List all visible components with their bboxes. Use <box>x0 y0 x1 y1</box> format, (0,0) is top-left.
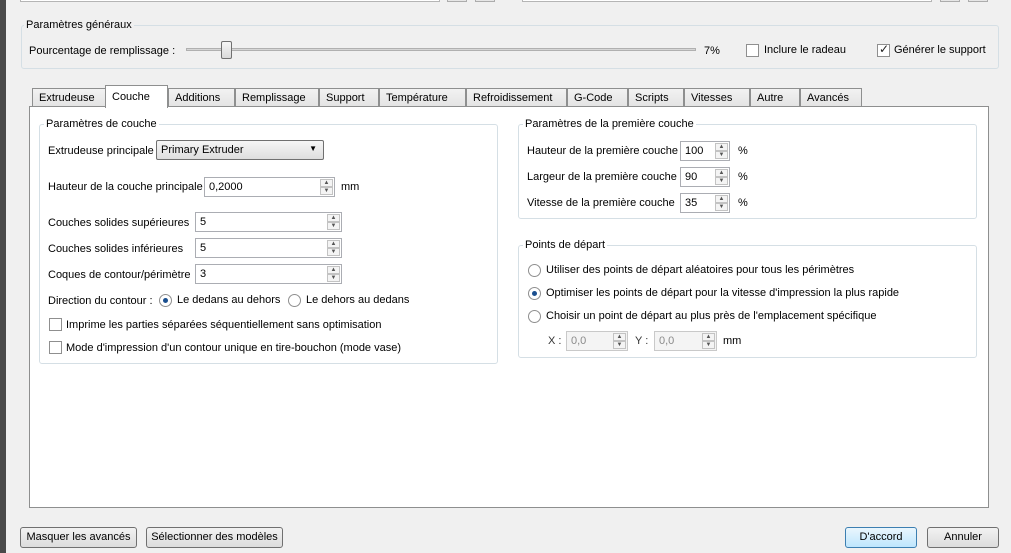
spin-down-icon[interactable]: ▼ <box>320 187 333 195</box>
tab-refroidissement[interactable]: Refroidissement <box>466 88 567 107</box>
spin-up-icon[interactable]: ▲ <box>320 179 333 187</box>
generate-support-label: Générer le support <box>894 44 986 56</box>
layer-settings-title: Paramètres de couche <box>44 118 159 130</box>
direction-inside-out-radio[interactable] <box>159 294 172 307</box>
x-coordinate-spinbox[interactable]: 0,0 ▲ ▼ <box>566 331 628 351</box>
tab-additions[interactable]: Additions <box>168 88 235 107</box>
bottom-solid-layers-spinbox[interactable]: 5 ▲ ▼ <box>195 238 342 258</box>
spin-down-icon[interactable]: ▼ <box>715 177 728 185</box>
cancel-button[interactable]: Annuler <box>927 527 999 548</box>
spin-up-icon[interactable]: ▲ <box>715 195 728 203</box>
fill-percentage-label: Pourcentage de remplissage : <box>29 45 176 57</box>
optimize-start-radio[interactable] <box>528 287 541 300</box>
select-models-button[interactable]: Sélectionner des modèles <box>146 527 283 548</box>
random-start-radio[interactable] <box>528 264 541 277</box>
spin-up-icon[interactable]: ▲ <box>613 333 626 341</box>
general-settings-title: Paramètres généraux <box>24 19 134 31</box>
tab-vitesses[interactable]: Vitesses <box>684 88 750 107</box>
main-extruder-select[interactable]: Primary Extruder ▼ <box>156 140 324 160</box>
fill-slider-track[interactable] <box>186 48 696 51</box>
spin-down-icon[interactable]: ▼ <box>702 341 715 349</box>
tab-extrudeuse[interactable]: Extrudeuse <box>32 88 106 107</box>
spin-up-icon[interactable]: ▲ <box>327 240 340 248</box>
first-layer-height-spinbox[interactable]: 100 ▲ ▼ <box>680 141 730 161</box>
specific-start-radio[interactable] <box>528 310 541 323</box>
top-field-right <box>522 0 932 2</box>
spin-down-icon[interactable]: ▼ <box>327 274 340 282</box>
tab-gcode[interactable]: G-Code <box>567 88 628 107</box>
include-raft-label: Inclure le radeau <box>764 44 846 56</box>
tab-remplissage[interactable]: Remplissage <box>235 88 319 107</box>
perimeter-shells-spinbox[interactable]: 3 ▲ ▼ <box>195 264 342 284</box>
top-solid-layers-spinbox[interactable]: 5 ▲ ▼ <box>195 212 342 232</box>
spin-up-icon[interactable]: ▲ <box>702 333 715 341</box>
tab-couche[interactable]: Couche <box>105 85 168 108</box>
spin-up-icon[interactable]: ▲ <box>327 214 340 222</box>
first-layer-width-spinbox[interactable]: 90 ▲ ▼ <box>680 167 730 187</box>
top-field-left <box>20 0 440 2</box>
spin-up-icon[interactable]: ▲ <box>715 143 728 151</box>
spin-up-icon[interactable]: ▲ <box>715 169 728 177</box>
top-button-1 <box>447 0 467 2</box>
spin-up-icon[interactable]: ▲ <box>327 266 340 274</box>
include-raft-checkbox[interactable] <box>746 44 759 57</box>
fill-percentage-value: 7% <box>704 45 720 57</box>
fill-slider-thumb[interactable] <box>221 41 232 59</box>
top-button-3 <box>940 0 960 2</box>
spin-down-icon[interactable]: ▼ <box>327 248 340 256</box>
tab-support[interactable]: Support <box>319 88 379 107</box>
sequential-print-checkbox[interactable] <box>49 318 62 331</box>
y-coordinate-spinbox[interactable]: 0,0 ▲ ▼ <box>654 331 717 351</box>
first-layer-group <box>518 124 977 219</box>
direction-outside-in-radio[interactable] <box>288 294 301 307</box>
tab-avances[interactable]: Avancés <box>800 88 862 107</box>
tab-temperature[interactable]: Température <box>379 88 466 107</box>
window-left-border <box>0 0 6 553</box>
first-layer-speed-spinbox[interactable]: 35 ▲ ▼ <box>680 193 730 213</box>
tab-scripts[interactable]: Scripts <box>628 88 684 107</box>
generate-support-checkbox[interactable] <box>877 42 890 57</box>
tab-autre[interactable]: Autre <box>750 88 800 107</box>
hide-advanced-button[interactable]: Masquer les avancés <box>20 527 137 548</box>
top-button-4 <box>968 0 988 2</box>
vase-mode-checkbox[interactable] <box>49 341 62 354</box>
spin-down-icon[interactable]: ▼ <box>613 341 626 349</box>
main-extruder-value: Primary Extruder <box>161 144 244 156</box>
chevron-down-icon: ▼ <box>309 144 317 153</box>
spin-down-icon[interactable]: ▼ <box>715 203 728 211</box>
main-layer-height-spinbox[interactable]: 0,2000 ▲ ▼ <box>204 177 335 197</box>
top-button-2 <box>475 0 495 2</box>
ok-button[interactable]: D'accord <box>845 527 917 548</box>
spin-down-icon[interactable]: ▼ <box>327 222 340 230</box>
spin-down-icon[interactable]: ▼ <box>715 151 728 159</box>
